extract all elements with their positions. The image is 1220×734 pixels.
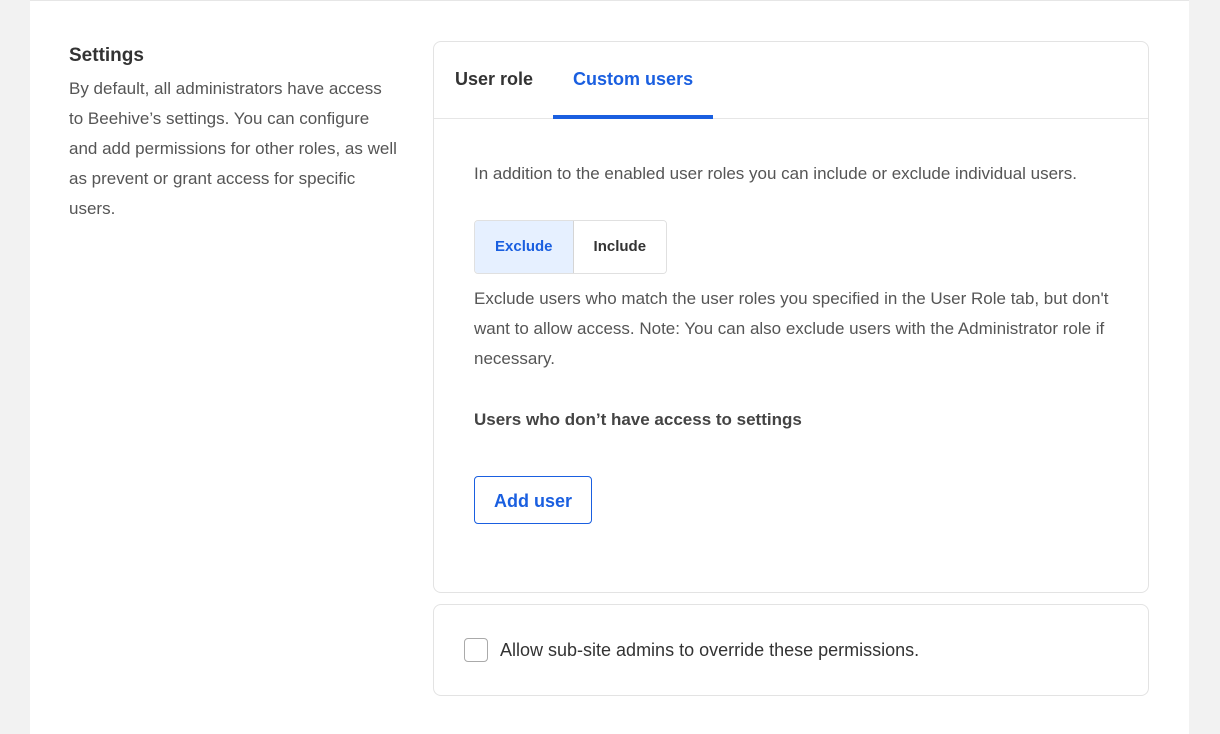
exclude-description: Exclude users who match the user roles y…: [474, 289, 1109, 368]
settings-sidebar: Settings By default, all administrators …: [69, 41, 399, 224]
settings-title: Settings: [69, 45, 144, 66]
override-checkbox[interactable]: [464, 638, 488, 662]
custom-users-panel: In addition to the enabled user roles yo…: [434, 119, 1148, 524]
settings-panel: Settings By default, all administrators …: [30, 0, 1189, 734]
include-button[interactable]: Include: [573, 221, 667, 273]
tab-custom-users[interactable]: Custom users: [553, 42, 714, 119]
custom-users-intro: In addition to the enabled user roles yo…: [474, 164, 1077, 183]
excluded-users-heading: Users who don’t have access to settings: [474, 410, 802, 429]
add-user-button[interactable]: Add user: [474, 476, 593, 524]
settings-description: By default, all administrators have acce…: [69, 79, 397, 218]
permissions-card: User role Custom users In addition to th…: [433, 41, 1149, 593]
exclude-button[interactable]: Exclude: [475, 221, 574, 273]
override-label[interactable]: Allow sub-site admins to override these …: [500, 640, 919, 661]
exclude-include-toggle: Exclude Include: [474, 220, 668, 274]
tab-user-role[interactable]: User role: [435, 42, 553, 118]
tab-bar: User role Custom users: [434, 42, 1148, 119]
override-card: Allow sub-site admins to override these …: [433, 604, 1149, 696]
